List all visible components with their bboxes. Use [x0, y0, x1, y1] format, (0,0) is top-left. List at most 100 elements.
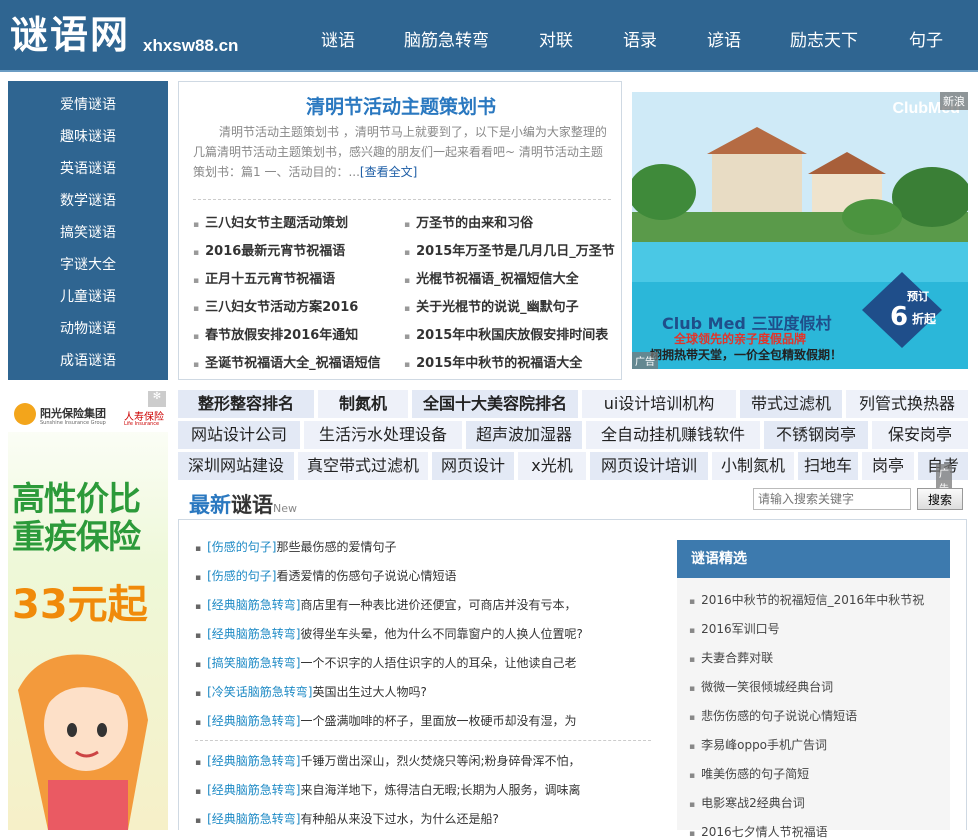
insurance-brand-en: Sunshine Insurance Group — [40, 420, 106, 426]
picks-item[interactable]: 唯美伤感的句子简短 — [689, 765, 809, 782]
item-title[interactable]: 一个盛满咖啡的杯子，里面放一枚硬币却没有湿，为 — [300, 714, 576, 728]
picks-item[interactable]: 电影寒战2经典台词 — [689, 794, 805, 811]
search-input[interactable] — [753, 488, 911, 510]
keyword-link[interactable]: 网页设计培训 — [590, 452, 708, 480]
insurance-ad-banner[interactable]: 阳光保险集团 Sunshine Insurance Group 人寿保险 Lif… — [8, 390, 168, 830]
list-item[interactable]: [经典脑筋急转弯]有种船从来没下过水，为什么还是船? — [195, 810, 499, 827]
nav-inspiration[interactable]: 励志天下 — [790, 26, 858, 51]
list-item[interactable]: [搞笑脑筋急转弯]一个不识字的人捂住识字的人的耳朵，让他读自己老 — [195, 654, 576, 671]
nav-brain-teasers[interactable]: 脑筋急转弯 — [404, 26, 489, 51]
featured-link[interactable]: 圣诞节祝福语大全_祝福语短信 — [193, 352, 381, 371]
site-logo[interactable]: 谜语网 — [10, 12, 130, 58]
keyword-link[interactable]: 扫地车 — [798, 452, 858, 480]
keyword-link[interactable]: 网站设计公司 — [178, 421, 300, 449]
featured-link[interactable]: 三八妇女节活动方案2016 — [193, 296, 358, 315]
sidebar-item-fun[interactable]: 趣味谜语 — [8, 126, 168, 146]
nav-couplets[interactable]: 对联 — [539, 26, 573, 51]
featured-link[interactable]: 万圣节的由来和习俗 — [404, 212, 533, 231]
list-item[interactable]: [伤感的句子]看透爱情的伤感句子说说心情短语 — [195, 567, 456, 584]
item-title[interactable]: 千锤万凿出深山，烈火焚烧只等闲;粉身碎骨浑不怕， — [300, 754, 580, 768]
keyword-link[interactable]: x光机 — [518, 452, 586, 480]
keyword-link[interactable]: 网页设计 — [432, 452, 514, 480]
keyword-link[interactable]: ui设计培训机构 — [582, 390, 736, 418]
keyword-link[interactable]: 列管式换热器 — [846, 390, 968, 418]
featured-link[interactable]: 春节放假安排2016年通知 — [193, 324, 358, 343]
list-item[interactable]: [经典脑筋急转弯]来自海洋地下，炼得洁白无暇;长期为人服务，调味离 — [195, 781, 580, 798]
item-title[interactable]: 英国出生过大人物吗? — [312, 685, 426, 699]
keyword-link[interactable]: 全自动挂机赚钱软件 — [586, 421, 760, 449]
item-category[interactable]: [伤感的句子] — [207, 540, 276, 554]
section-title-latest: 最新谜语New — [189, 489, 297, 519]
picks-item[interactable]: 2016军训口号 — [689, 620, 780, 637]
keyword-link[interactable]: 小制氮机 — [712, 452, 794, 480]
nav-proverbs[interactable]: 谚语 — [707, 26, 741, 51]
featured-title[interactable]: 清明节活动主题策划书 — [179, 92, 623, 119]
list-item[interactable]: [经典脑筋急转弯]商店里有一种表比进价还便宜，可商店并没有亏本， — [195, 596, 576, 613]
item-category[interactable]: [搞笑脑筋急转弯] — [207, 656, 300, 670]
featured-link[interactable]: 三八妇女节主题活动策划 — [193, 212, 348, 231]
sidebar-item-funny[interactable]: 搞笑谜语 — [8, 222, 168, 242]
picks-item[interactable]: 悲伤伤感的句子说说心情短语 — [689, 707, 857, 724]
keyword-link[interactable]: 真空带式过滤机 — [298, 452, 428, 480]
item-category[interactable]: [伤感的句子] — [207, 569, 276, 583]
sidebar-item-english[interactable]: 英语谜语 — [8, 158, 168, 178]
picks-item[interactable]: 2016七夕情人节祝福语 — [689, 823, 828, 840]
sidebar-item-love[interactable]: 爱情谜语 — [8, 94, 168, 114]
item-category[interactable]: [经典脑筋急转弯] — [207, 627, 300, 641]
keyword-link[interactable]: 全国十大美容院排名 — [412, 390, 578, 418]
list-item[interactable]: [经典脑筋急转弯]一个盛满咖啡的杯子，里面放一枚硬币却没有湿，为 — [195, 712, 576, 729]
sidebar-item-character[interactable]: 字谜大全 — [8, 254, 168, 274]
item-title[interactable]: 来自海洋地下，炼得洁白无暇;长期为人服务，调味离 — [300, 783, 580, 797]
featured-link[interactable]: 关于光棍节的说说_幽默句子 — [404, 296, 579, 315]
keyword-link[interactable]: 深圳网站建设 — [178, 452, 294, 480]
item-category[interactable]: [经典脑筋急转弯] — [207, 714, 300, 728]
section-title-part-1: 最新 — [189, 493, 231, 517]
picks-item[interactable]: 夫妻合葬对联 — [689, 649, 773, 666]
picks-item[interactable]: 2016中秋节的祝福短信_2016年中秋节祝 — [689, 591, 924, 608]
sidebar-item-animal[interactable]: 动物谜语 — [8, 318, 168, 338]
sidebar-item-idiom[interactable]: 成语谜语 — [8, 350, 168, 370]
nav-sentences[interactable]: 句子 — [909, 26, 943, 51]
read-more-link[interactable]: [查看全文] — [360, 165, 417, 179]
list-item[interactable]: [冷笑话脑筋急转弯]英国出生过大人物吗? — [195, 683, 427, 700]
featured-link[interactable]: 2015年万圣节是几月几日_万圣节 — [404, 240, 615, 259]
list-item[interactable]: [经典脑筋急转弯]千锤万凿出深山，烈火焚烧只等闲;粉身碎骨浑不怕， — [195, 752, 580, 769]
keyword-link[interactable]: 制氮机 — [318, 390, 408, 418]
sidebar-item-children[interactable]: 儿童谜语 — [8, 286, 168, 306]
keyword-link[interactable]: 整形整容排名 — [178, 390, 314, 418]
item-title[interactable]: 有种船从来没下过水，为什么还是船? — [300, 812, 498, 826]
nav-quotes[interactable]: 语录 — [623, 26, 657, 51]
list-item[interactable]: [经典脑筋急转弯]彼得坐车头晕，他为什么不同靠窗户的人换人位置呢? — [195, 625, 583, 642]
keyword-link[interactable]: 超声波加湿器 — [466, 421, 582, 449]
resort-ad-banner[interactable]: ClubMed 新浪 Club Med 三亚度假村 全球领先的亲子度假品牌 栩拥… — [632, 92, 968, 369]
item-title[interactable]: 那些最伤感的爱情句子 — [276, 540, 396, 554]
featured-link[interactable]: 正月十五元宵节祝福语 — [193, 268, 335, 287]
item-category[interactable]: [经典脑筋急转弯] — [207, 754, 300, 768]
item-category[interactable]: [经典脑筋急转弯] — [207, 783, 300, 797]
keyword-link[interactable]: 不锈钢岗亭 — [764, 421, 868, 449]
picks-item[interactable]: 微微一笑很倾城经典台词 — [689, 678, 833, 695]
item-title[interactable]: 看透爱情的伤感句子说说心情短语 — [276, 569, 456, 583]
featured-article: 清明节活动主题策划书 清明节活动主题策划书 ，清明节马上就要到了，以下是小编为大… — [178, 81, 622, 380]
site-domain[interactable]: xhxsw88.cn — [143, 36, 238, 56]
keyword-link[interactable]: 保安岗亭 — [872, 421, 968, 449]
featured-link[interactable]: 2015年中秋国庆放假安排时间表 — [404, 324, 608, 343]
item-title[interactable]: 一个不识字的人捂住识字的人的耳朵，让他读自己老 — [300, 656, 576, 670]
picks-item[interactable]: 李易峰oppo手机广告词 — [689, 736, 827, 753]
keyword-link[interactable]: 岗亭 — [862, 452, 914, 480]
search-button[interactable]: 搜索 — [917, 488, 963, 510]
featured-link[interactable]: 光棍节祝福语_祝福短信大全 — [404, 268, 579, 287]
item-category[interactable]: [冷笑话脑筋急转弯] — [207, 685, 312, 699]
featured-link[interactable]: 2015年中秋节的祝福语大全 — [404, 352, 582, 371]
item-category[interactable]: [经典脑筋急转弯] — [207, 598, 300, 612]
sidebar-item-math[interactable]: 数学谜语 — [8, 190, 168, 210]
keyword-link[interactable]: 带式过滤机 — [740, 390, 842, 418]
item-title[interactable]: 商店里有一种表比进价还便宜，可商店并没有亏本， — [300, 598, 576, 612]
section-title-part-2: 谜语 — [231, 493, 273, 517]
keyword-link[interactable]: 生活污水处理设备 — [304, 421, 462, 449]
nav-riddles[interactable]: 谜语 — [321, 26, 355, 51]
list-item[interactable]: [伤感的句子]那些最伤感的爱情句子 — [195, 538, 396, 555]
featured-link[interactable]: 2016最新元宵节祝福语 — [193, 240, 345, 259]
item-category[interactable]: [经典脑筋急转弯] — [207, 812, 300, 826]
item-title[interactable]: 彼得坐车头晕，他为什么不同靠窗户的人换人位置呢? — [300, 627, 582, 641]
